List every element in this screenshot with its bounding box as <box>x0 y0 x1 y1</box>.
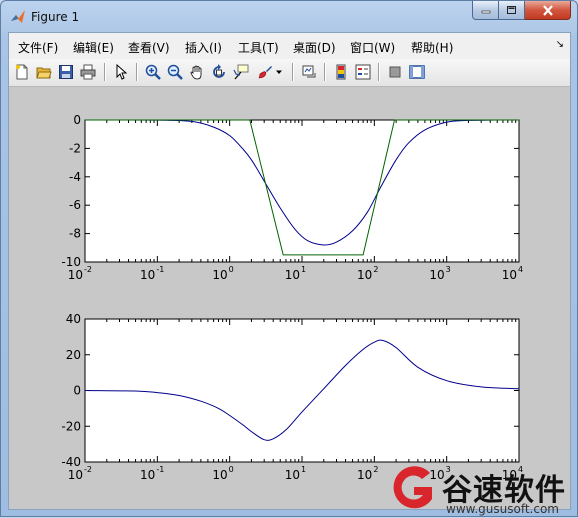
rotate-3d-icon[interactable] <box>209 62 229 82</box>
x-tick-exponent: 4 <box>518 265 523 274</box>
legend-icon[interactable] <box>353 62 373 82</box>
y-tick-label: -6 <box>69 198 81 212</box>
matlab-icon <box>11 10 25 23</box>
pan-hand-icon[interactable] <box>187 62 207 82</box>
x-tick-exponent: -1 <box>156 465 164 474</box>
toolbar-separator <box>136 63 138 81</box>
watermark-url: www.gususoft.com <box>446 502 559 516</box>
menu-help[interactable]: 帮助(H) <box>411 39 453 56</box>
x-tick-exponent: 2 <box>373 465 378 474</box>
x-tick-exponent: 0 <box>229 265 234 274</box>
x-tick-exponent: 1 <box>301 465 306 474</box>
brush-icon[interactable] <box>255 62 275 82</box>
figure-toolbar <box>9 59 570 87</box>
watermark: 谷速软件 www.gususoft.com <box>386 463 578 518</box>
y-tick-label: -20 <box>61 419 81 433</box>
colorbar-icon[interactable] <box>331 62 351 82</box>
toolbar-separator <box>104 63 106 81</box>
menu-bar: 文件(F) 编辑(E) 查看(V) 插入(I) 工具(T) 桌面(D) 窗口(W… <box>9 33 570 59</box>
toolbar-separator <box>324 63 326 81</box>
zoom-in-icon[interactable] <box>143 62 163 82</box>
x-tick-exponent: -1 <box>156 265 164 274</box>
menu-overflow-icon[interactable]: ↘ <box>556 39 564 50</box>
x-tick-label: 10 <box>140 268 155 282</box>
plot-area[interactable]: 10 -2 10 -1 10 0 10 1 10 2 10 3 10 40-2-4-6-8-10 10 -2… <box>9 87 570 509</box>
x-tick-label: 10 <box>357 468 372 482</box>
y-tick-label: -2 <box>69 141 81 155</box>
new-figure-icon[interactable] <box>12 62 32 82</box>
title-bar[interactable]: Figure 1 <box>1 1 577 33</box>
x-tick-label: 10 <box>68 468 83 482</box>
brush-dropdown-icon[interactable] <box>273 62 285 82</box>
x-tick-exponent: 2 <box>373 265 378 274</box>
hide-plot-tools-icon[interactable] <box>385 62 405 82</box>
toolbar-separator <box>378 63 380 81</box>
figure-client-area: 文件(F) 编辑(E) 查看(V) 插入(I) 工具(T) 桌面(D) 窗口(W… <box>8 32 571 510</box>
x-tick-label: 10 <box>68 268 83 282</box>
toolbar-separator <box>292 63 294 81</box>
axes-box <box>84 119 520 263</box>
axes-box <box>84 318 520 463</box>
y-tick-label: -4 <box>69 170 81 184</box>
x-tick-exponent: -2 <box>84 265 92 274</box>
y-tick-label: 0 <box>73 384 81 398</box>
close-icon <box>542 4 553 16</box>
y-tick-label: -8 <box>69 227 81 241</box>
menu-tools[interactable]: 工具(T) <box>238 39 279 56</box>
menu-window[interactable]: 窗口(W) <box>350 39 395 56</box>
menu-insert[interactable]: 插入(I) <box>185 39 222 56</box>
minimize-icon <box>481 10 490 14</box>
y-tick-label: -10 <box>61 255 81 269</box>
close-button[interactable] <box>525 1 571 20</box>
figure-window: Figure 1 文件(F) 编辑(E) 查看(V) 插入(I) 工具(T) 桌… <box>0 0 578 517</box>
link-plot-icon[interactable] <box>299 62 319 82</box>
figure-canvas[interactable]: 10 -2 10 -1 10 0 10 1 10 2 10 3 10 4 0 -2 -4 -6 -8 -10 10 -2… <box>9 87 570 509</box>
print-icon[interactable] <box>78 62 98 82</box>
y-tick-label: 0 <box>73 113 81 127</box>
x-tick-exponent: -2 <box>84 465 92 474</box>
x-tick-label: 10 <box>212 268 227 282</box>
gususoft-logo <box>393 466 432 509</box>
edit-plot-arrow-icon[interactable] <box>111 62 131 82</box>
menu-view[interactable]: 查看(V) <box>128 39 170 56</box>
menu-desktop[interactable]: 桌面(D) <box>293 39 336 56</box>
x-tick-label: 10 <box>357 268 372 282</box>
menu-edit[interactable]: 编辑(E) <box>73 39 114 56</box>
y-tick-label: 40 <box>66 312 81 326</box>
x-tick-exponent: 1 <box>301 265 306 274</box>
open-file-icon[interactable] <box>34 62 54 82</box>
window-title: Figure 1 <box>31 10 80 24</box>
maximize-button[interactable] <box>499 1 525 20</box>
axes-magnitude[interactable]: 10 -2 10 -1 10 0 10 1 10 2 10 3 10 40-2-4-6-8-10 <box>61 113 523 282</box>
x-tick-exponent: 0 <box>229 465 234 474</box>
zoom-out-icon[interactable] <box>165 62 185 82</box>
axes-phase[interactable]: 10 -2 10 -1 10 0 10 1 10 2 10 3 10 440200-20-40 <box>61 312 523 482</box>
data-cursor-icon[interactable] <box>231 62 251 82</box>
x-tick-label: 10 <box>140 468 155 482</box>
x-tick-label: 10 <box>502 268 517 282</box>
x-tick-label: 10 <box>212 468 227 482</box>
x-tick-label: 10 <box>285 268 300 282</box>
menu-file[interactable]: 文件(F) <box>18 39 58 56</box>
x-tick-label: 10 <box>429 268 444 282</box>
y-tick-label: -40 <box>61 455 81 469</box>
y-tick-label: 20 <box>66 348 81 362</box>
save-icon[interactable] <box>56 62 76 82</box>
x-tick-exponent: 3 <box>446 265 451 274</box>
minimize-button[interactable] <box>472 1 499 20</box>
maximize-icon <box>507 6 516 14</box>
show-plot-tools-icon[interactable] <box>407 62 427 82</box>
x-tick-label: 10 <box>285 468 300 482</box>
